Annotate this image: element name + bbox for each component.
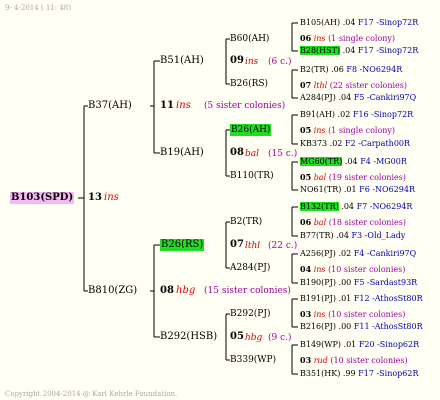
gen5-entry[interactable]: B351(HK) .99 F17 -Sinop62R (300, 368, 418, 380)
gen5-entry[interactable]: B190(PJ) .00 F5 -Sardast93R (300, 277, 417, 289)
gen4-queen-name[interactable]: B110(TR) (230, 170, 274, 182)
gen4-queen-name[interactable]: B2(TR) (230, 216, 262, 228)
gen3-sister-note: (9 c.) (268, 333, 292, 343)
gen3-queen-name[interactable]: B19(AH) (160, 147, 204, 159)
gen5-entry[interactable]: B28(HST) .04 F17 -Sinop72R (300, 45, 418, 57)
gen4-info-line: 04 ins (10 sister colonies) (300, 264, 406, 274)
gen4-info-line: 07 lthl (22 sister colonies) (300, 80, 407, 90)
gen5-entry[interactable]: B191(PJ) .01 F12 -AthosSt80R (300, 293, 423, 305)
gen1-queen-name[interactable]: B103(SPD) (10, 192, 75, 204)
copyright-footer: Copyright 2004-2014 @ Karl Kehrle Founda… (5, 390, 178, 398)
gen5-entry[interactable]: A284(PJ) .04 F5 -Cankiri97Q (300, 92, 416, 104)
gen5-entry[interactable]: B132(TR) .04 F7 -NO6294R (300, 201, 412, 213)
gen3-queen-num: 05 (230, 331, 244, 342)
gen4-queen-name[interactable]: B26(AH) (230, 124, 272, 136)
gen3-queen-name[interactable]: B292(HSB) (160, 331, 217, 343)
gen5-entry[interactable]: KB373 .02 F2 -Carpath00R (300, 138, 410, 150)
gen3-sister-note: (15 c.) (268, 149, 298, 159)
gen5-entry[interactable]: NO61(TR) .01 F6 -NO6294R (300, 184, 415, 196)
gen2-queen-num: 08 (160, 285, 174, 296)
gen5-entry[interactable]: B105(AH) .04 F17 -Sinop72R (300, 17, 418, 29)
gen5-entry[interactable]: B216(PJ) .00 F11 -AthosSt80R (300, 321, 423, 333)
gen3-queen-name[interactable]: B26(RS) (160, 239, 205, 251)
gen4-info-line: 03 ins (10 sister colonies) (300, 309, 406, 319)
gen2-queen-sub: hbg (176, 285, 196, 296)
gen3-queen-num: 07 (230, 239, 244, 250)
gen4-queen-name[interactable]: B339(WP) (230, 354, 276, 366)
gen2-queen-name[interactable]: B810(ZG) (88, 285, 137, 297)
gen5-entry[interactable]: B2(TR) .06 F8 -NO6294R (300, 64, 402, 76)
gen2-sister-note: (15 sister colonies) (204, 286, 291, 296)
gen3-queen-sub: lthl (245, 241, 261, 251)
gen4-queen-name[interactable]: B292(PJ) (230, 308, 270, 320)
gen5-entry[interactable]: B149(WP) .01 F20 -Sinop62R (300, 339, 419, 351)
gen5-entry[interactable]: B77(TR) .04 F3 -Old_Lady (300, 230, 405, 242)
gen5-entry[interactable]: A256(PJ) .02 F4 -Cankiri97Q (300, 248, 416, 260)
gen3-queen-name[interactable]: B51(AH) (160, 55, 204, 67)
gen4-info-line: 05 bal (19 sister colonies) (300, 172, 406, 182)
pedigree-canvas: 9- 4-2014 ( 11: 48) Copyright 2004-2014 … (0, 0, 440, 400)
gen4-info-line: 03 rud (10 sister colonies) (300, 355, 408, 365)
gen4-info-line: 06 ins (1 single colony) (300, 33, 396, 43)
gen4-info-line: 06 bal (18 sister colonies) (300, 217, 406, 227)
gen2-sister-note: (5 sister colonies) (204, 101, 286, 111)
gen3-sister-note: (22 c.) (268, 241, 298, 251)
gen4-queen-name[interactable]: B60(AH) (230, 33, 269, 45)
gen3-queen-sub: ins (245, 57, 259, 67)
gen2-queen-name[interactable]: B37(AH) (88, 100, 132, 112)
gen3-queen-sub: hbg (245, 333, 263, 343)
timestamp-header: 9- 4-2014 ( 11: 48) (5, 4, 71, 12)
gen4-queen-name[interactable]: A284(PJ) (230, 262, 270, 274)
gen3-queen-sub: bal (245, 149, 260, 159)
gen3-queen-num: 09 (230, 55, 244, 66)
gen1-queen-sub: ins (104, 192, 119, 203)
gen1-queen-num: 13 (88, 192, 102, 203)
gen5-entry[interactable]: B91(AH) .02 F16 -Sinop72R (300, 109, 413, 121)
gen2-queen-sub: ins (176, 100, 191, 111)
gen5-entry[interactable]: MG60(TR) .04 F4 -MG00R (300, 156, 407, 168)
gen3-sister-note: (6 c.) (268, 57, 292, 67)
gen2-queen-num: 11 (160, 100, 174, 111)
gen4-queen-name[interactable]: B26(RS) (230, 78, 268, 90)
gen3-queen-num: 08 (230, 147, 244, 158)
gen4-info-line: 05 ins (1 single colony) (300, 125, 396, 135)
